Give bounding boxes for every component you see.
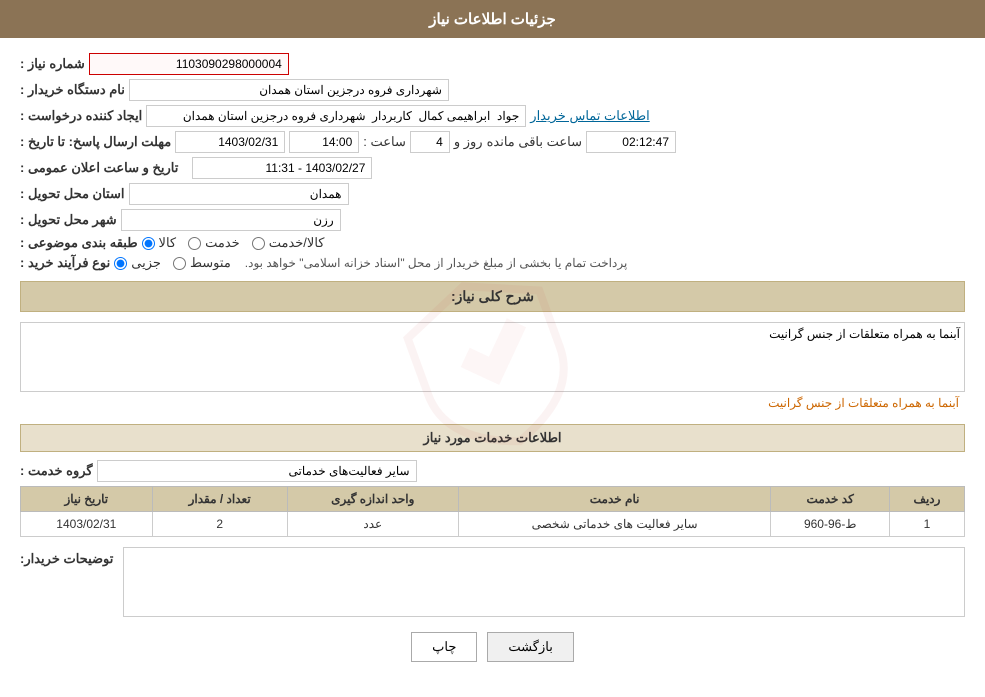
- shahr-row: شهر محل تحویل :: [20, 209, 965, 231]
- table-body: 1 ط-96-960 سایر فعالیت های خدماتی شخصی ع…: [21, 512, 965, 537]
- col-nam-khedmat: نام خدمت: [458, 487, 771, 512]
- ijad-konande-label: ایجاد کننده درخواست :: [20, 108, 142, 124]
- btn-chap[interactable]: چاپ: [411, 632, 477, 662]
- cell-radif: 1: [890, 512, 965, 537]
- mohlat-saat-input[interactable]: [289, 131, 359, 153]
- shahr-input[interactable]: [121, 209, 341, 231]
- service-table: ردیف کد خدمت نام خدمت واحد اندازه گیری ت…: [20, 486, 965, 537]
- tarikh-label: تاریخ و ساعت اعلان عمومی :: [20, 160, 178, 176]
- nav-farband-row: پرداخت تمام یا بخشی از مبلغ خریدار از مح…: [20, 255, 965, 271]
- mohlat-roz-label: روز و: [454, 134, 483, 150]
- radio-khedmat[interactable]: [188, 237, 201, 250]
- col-radif: ردیف: [890, 487, 965, 512]
- mohlat-saat-label: ساعت :: [363, 134, 406, 150]
- ijad-konande-row: اطلاعات تماس خریدار ایجاد کننده درخواست …: [20, 105, 965, 127]
- radio-kala-khedmat-item: کالا/خدمت: [252, 235, 325, 251]
- shomara-niaz-label: شماره نیاز :: [20, 56, 85, 72]
- mohlat-roz-input[interactable]: [410, 131, 450, 153]
- radio-motosat-item: متوسط: [173, 255, 231, 271]
- nav-desc: پرداخت تمام یا بخشی از مبلغ خریدار از مح…: [245, 256, 628, 270]
- col-vahed: واحد اندازه گیری: [287, 487, 458, 512]
- tosif-label: توضیحات خریدار:: [20, 547, 113, 567]
- btn-bazgasht[interactable]: بازگشت: [487, 632, 573, 662]
- sharh-textarea[interactable]: [20, 322, 965, 392]
- radio-khedmat-label: خدمت: [205, 235, 240, 251]
- radio-kala[interactable]: [142, 237, 155, 250]
- table-row: 1 ط-96-960 سایر فعالیت های خدماتی شخصی ع…: [21, 512, 965, 537]
- table-header: ردیف کد خدمت نام خدمت واحد اندازه گیری ت…: [21, 487, 965, 512]
- mohlat-ersal-label: مهلت ارسال پاسخ: تا تاریخ :: [20, 134, 171, 150]
- mohlat-row: ساعت باقی مانده روز و ساعت : مهلت ارسال …: [20, 131, 965, 153]
- header-title: جزئیات اطلاعات نیاز: [429, 11, 556, 28]
- sharh-title-label: شرح کلی نیاز:: [451, 288, 534, 304]
- shahr-label: شهر محل تحویل :: [20, 212, 117, 228]
- khadamat-title-label: اطلاعات خدمات مورد نیاز: [423, 430, 561, 445]
- khadamat-section-title: اطلاعات خدمات مورد نیاز: [20, 424, 965, 452]
- page-header: جزئیات اطلاعات نیاز: [0, 0, 985, 38]
- radio-kala-khedmat[interactable]: [252, 237, 265, 250]
- cell-tarikh: 1403/02/31: [21, 512, 153, 537]
- tarikh-input[interactable]: [192, 157, 372, 179]
- col-tarikh: تاریخ نیاز: [21, 487, 153, 512]
- mohlat-mande-input[interactable]: [586, 131, 676, 153]
- sharh-hint: آبنما به همراه متعلقات از جنس گرانیت: [20, 392, 965, 414]
- ettelaat-tamas-link[interactable]: اطلاعات تماس خریدار: [530, 108, 649, 124]
- nav-farband-label: نوع فرآیند خرید :: [20, 255, 110, 271]
- content-area: شماره نیاز : نام دستگاه خریدار : اطلاعات…: [0, 38, 985, 697]
- radio-jozi[interactable]: [114, 257, 127, 270]
- gorooh-input[interactable]: [97, 460, 417, 482]
- cell-nam-khedmat: سایر فعالیت های خدماتی شخصی: [458, 512, 771, 537]
- shomara-row: شماره نیاز :: [20, 53, 965, 75]
- sharh-section: شرح کلی نیاز: آبنما به همراه متعلقات از …: [20, 281, 965, 414]
- tabaqe-label: طبقه بندی موضوعی :: [20, 235, 138, 251]
- mohlat-mande-label: ساعت باقی مانده: [487, 134, 582, 150]
- radio-jozi-item: جزیی: [114, 255, 161, 271]
- ostan-input[interactable]: [129, 183, 349, 205]
- ostan-label: استان محل تحویل :: [20, 186, 125, 202]
- shomara-niaz-input[interactable]: [89, 53, 289, 75]
- tabaqe-radio-group: کالا/خدمت خدمت کالا: [142, 235, 325, 251]
- radio-motosat-label: متوسط: [190, 255, 231, 271]
- radio-kala-item: کالا: [142, 235, 177, 251]
- sharh-title: شرح کلی نیاز:: [20, 281, 965, 312]
- tosif-section: توضیحات خریدار:: [20, 547, 965, 617]
- radio-kala-khedmat-label: کالا/خدمت: [269, 235, 325, 251]
- nam-dastgah-row: نام دستگاه خریدار :: [20, 79, 965, 101]
- ijad-konande-input[interactable]: [146, 105, 526, 127]
- radio-jozi-label: جزیی: [131, 255, 161, 271]
- cell-vahed: عدد: [287, 512, 458, 537]
- sharh-container: [20, 322, 965, 392]
- radio-khedmat-item: خدمت: [188, 235, 240, 251]
- tabaqe-row: کالا/خدمت خدمت کالا طبقه بندی موضوعی :: [20, 235, 965, 251]
- nam-dastgah-input[interactable]: [129, 79, 449, 101]
- mohlat-date-input[interactable]: [175, 131, 285, 153]
- tarikh-row: تاریخ و ساعت اعلان عمومی :: [20, 157, 965, 179]
- nam-dastgah-label: نام دستگاه خریدار :: [20, 82, 125, 98]
- radio-motosat[interactable]: [173, 257, 186, 270]
- page-wrapper: جزئیات اطلاعات نیاز شماره نیاز : نام دست…: [0, 0, 985, 697]
- sharh-value-text: آبنما به همراه متعلقات از جنس گرانیت: [768, 396, 959, 410]
- gorooh-label: گروه خدمت :: [20, 463, 93, 479]
- col-tedad: تعداد / مقدار: [152, 487, 287, 512]
- button-row: بازگشت چاپ: [20, 632, 965, 682]
- nav-radio-group: متوسط جزیی: [114, 255, 231, 271]
- radio-kala-label: کالا: [159, 235, 177, 251]
- cell-tedad: 2: [152, 512, 287, 537]
- ostan-row: استان محل تحویل :: [20, 183, 965, 205]
- gorooh-row: گروه خدمت :: [20, 460, 965, 482]
- cell-kod-khedmat: ط-96-960: [771, 512, 890, 537]
- tosif-textarea[interactable]: [123, 547, 965, 617]
- col-kod-khedmat: کد خدمت: [771, 487, 890, 512]
